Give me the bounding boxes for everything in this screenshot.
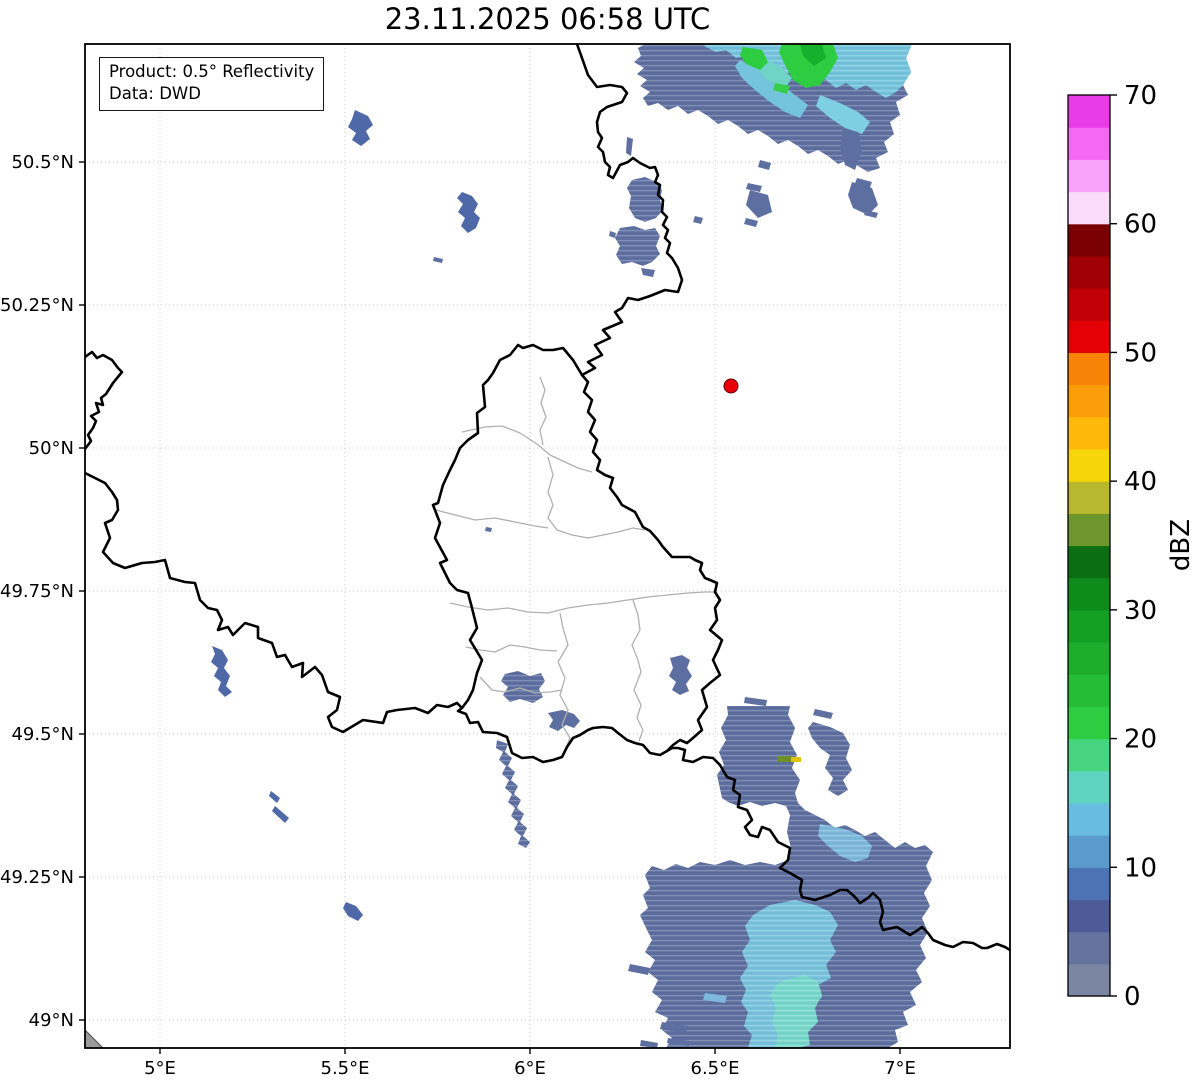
colorbar-segment [1068, 546, 1110, 579]
x-tick-label: 5°E [144, 1058, 176, 1079]
colorbar-segment [1068, 513, 1110, 546]
colorbar-segment [1068, 642, 1110, 675]
colorbar-segment [1068, 739, 1110, 772]
x-tick-label: 6.5°E [691, 1058, 740, 1079]
radar-echo [744, 218, 758, 227]
data-source-line: Data: DWD [109, 83, 314, 105]
colorbar-segment [1068, 352, 1110, 385]
colorbar-segment [1068, 706, 1110, 739]
radar-echo [609, 231, 616, 238]
radar-echo [813, 709, 833, 719]
colorbar-segment [1068, 449, 1110, 482]
plot-title: 23.11.2025 06:58 UTC [85, 2, 1010, 36]
colorbar-tick-label: 30 [1124, 596, 1157, 626]
colorbar-tick-label: 60 [1124, 210, 1157, 240]
x-tick-label: 6°E [514, 1058, 546, 1079]
radar-echo-texture [615, 226, 660, 266]
radar-echo [343, 902, 363, 921]
y-tick-label: 50.25°N [0, 295, 74, 316]
radar-site-marker [724, 379, 738, 393]
radar-echo [211, 646, 232, 697]
y-tick-label: 49.25°N [0, 867, 74, 888]
radar-echo [348, 110, 373, 146]
colorbar-segment [1068, 288, 1110, 321]
radar-echo [628, 964, 650, 975]
y-tick-label: 49.75°N [0, 581, 74, 602]
map-corner-wedge [85, 1030, 103, 1048]
colorbar-tick-label: 20 [1124, 725, 1157, 755]
radar-echo [269, 791, 280, 803]
y-tick-label: 49°N [29, 1010, 74, 1031]
radar-echo [791, 757, 801, 762]
radar-site-marker-layer [724, 379, 738, 393]
colorbar-segment [1068, 578, 1110, 611]
radar-echo-texture [501, 671, 545, 703]
colorbar-segment [1068, 771, 1110, 804]
colorbar-segment [1068, 256, 1110, 289]
colorbar-unit-label: dBZ [1166, 500, 1196, 590]
colorbar-segment [1068, 385, 1110, 418]
y-tick-label: 50°N [29, 438, 74, 459]
radar-echo [746, 183, 762, 192]
colorbar: 0 10 20 30 40 50 60 70 [1068, 81, 1157, 1012]
radar-figure: 5°E 5.5°E 6°E 6.5°E 7°E 50.5°N 50.25°N 50°N 49.7… [0, 0, 1202, 1081]
district-border [540, 377, 546, 445]
colorbar-segment [1068, 964, 1110, 997]
radar-echo [433, 257, 443, 263]
colorbar-segment [1068, 481, 1110, 514]
district-border [462, 426, 592, 472]
radar-map-canvas: 5°E 5.5°E 6°E 6.5°E 7°E 50.5°N 50.25°N 50°N 49.7… [0, 0, 1202, 1081]
x-tick-label: 7°E [884, 1058, 916, 1079]
radar-echo [640, 1040, 658, 1048]
colorbar-segment [1068, 899, 1110, 932]
radar-echo-texture [808, 722, 852, 796]
radar-echo [485, 527, 492, 532]
y-tick-label: 50.5°N [11, 152, 74, 173]
colorbar-segment [1068, 127, 1110, 160]
district-border [632, 600, 643, 741]
colorbar-tick-label: 40 [1124, 467, 1157, 497]
colorbar-segment [1068, 320, 1110, 353]
country-border [433, 345, 722, 762]
district-border [466, 645, 557, 652]
colorbar-tick-label: 10 [1124, 853, 1157, 883]
country-border [85, 473, 462, 732]
colorbar-segment [1068, 95, 1110, 128]
colorbar-segment [1068, 835, 1110, 868]
radar-echo [744, 697, 767, 706]
colorbar-segment [1068, 610, 1110, 643]
colorbar-segment [1068, 159, 1110, 192]
district-border [450, 592, 715, 613]
radar-echo [272, 806, 289, 823]
radar-echo [641, 268, 655, 277]
x-tick-label: 5.5°E [321, 1058, 370, 1079]
country-border [85, 352, 122, 449]
colorbar-segment [1068, 867, 1110, 900]
y-tick-label: 49.5°N [11, 724, 74, 745]
radar-echo [777, 756, 791, 762]
colorbar-segment [1068, 932, 1110, 965]
radar-echo [457, 192, 480, 233]
product-line: Product: 0.5° Reflectivity [109, 61, 314, 83]
radar-echo [626, 137, 633, 156]
colorbar-tick-label: 70 [1124, 81, 1157, 111]
radar-echo-texture [496, 740, 530, 848]
radar-echo [669, 655, 692, 695]
colorbar-tick-label: 0 [1124, 982, 1141, 1012]
colorbar-segment [1068, 417, 1110, 450]
colorbar-segment [1068, 803, 1110, 836]
colorbar-tick-label: 50 [1124, 338, 1157, 368]
colorbar-segment [1068, 674, 1110, 707]
product-info-box: Product: 0.5° Reflectivity Data: DWD [99, 57, 324, 111]
colorbar-segment [1068, 192, 1110, 225]
district-border [436, 510, 548, 528]
radar-echo [693, 216, 703, 224]
colorbar-segment [1068, 224, 1110, 257]
